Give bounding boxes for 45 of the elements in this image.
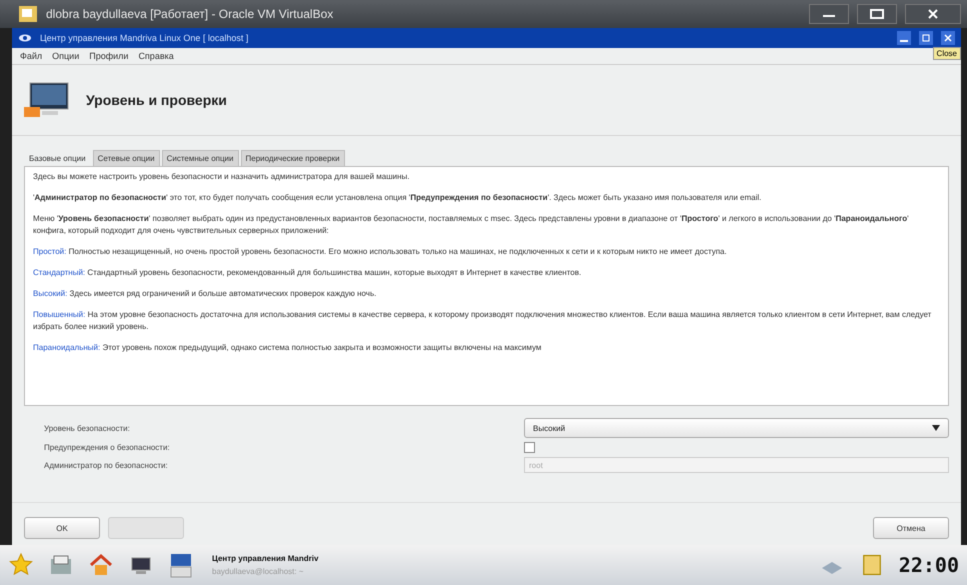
menu-item[interactable]: Справка bbox=[138, 51, 174, 61]
level-description: Повышенный: На этом уровне безопасность достаточна для использования системы в качестве сервера, к которому производят подключения множество клиентов. Если ваша машина является только клиентом в сети Интернет, вам следует избрать более низкий уровень. bbox=[33, 309, 932, 333]
description-text: 'Администратор по безопасности' это тот, кто будет получать сообщения если установлена опция 'Предупреждения по безопасности'. Здесь может быть указано имя пользователя или email. bbox=[33, 192, 762, 204]
maximize-button[interactable] bbox=[919, 31, 933, 45]
host-window-title: dlobra baydullaeva [Работает] - Oracle VM VirtualBox bbox=[46, 7, 334, 21]
checkbox[interactable] bbox=[524, 442, 535, 453]
tab[interactable]: Сетевые опции bbox=[92, 150, 160, 166]
dropdown[interactable]: Высокий bbox=[524, 418, 949, 438]
home-icon[interactable] bbox=[88, 552, 114, 578]
taskbar-task[interactable]: Центр управления Mandriv bbox=[208, 553, 508, 564]
caret-icon bbox=[932, 425, 940, 431]
tab[interactable]: Периодические проверки bbox=[240, 150, 345, 166]
tab[interactable]: Системные опции bbox=[162, 150, 238, 166]
pager-icon[interactable] bbox=[168, 552, 194, 578]
level-description: Простой: Полностью незащищенный, но очень простой уровень безопасности. Его можно использовать только на машинах, не подключенных к сети и к которым никто не имеет доступа. bbox=[33, 246, 728, 258]
close-button[interactable] bbox=[905, 4, 961, 24]
close-icon bbox=[944, 34, 952, 42]
maximize-button[interactable] bbox=[857, 4, 897, 24]
dialog-button[interactable]: OK bbox=[24, 517, 100, 539]
window-title: Центр управления Mandriva Linux One [ localhost ] bbox=[40, 33, 250, 43]
tooltip: Close bbox=[932, 47, 961, 60]
eye-icon bbox=[18, 33, 32, 43]
minimize-button[interactable] bbox=[897, 31, 911, 45]
menu-item[interactable]: Профили bbox=[89, 51, 128, 61]
field-label: Уровень безопасности: bbox=[44, 424, 131, 432]
field-label: Администратор по безопасности: bbox=[44, 460, 169, 470]
close-button[interactable] bbox=[941, 31, 955, 45]
page-title: Уровень и проверки bbox=[86, 92, 227, 108]
dialog-button[interactable]: Отмена bbox=[873, 517, 949, 539]
level-description: Параноидальный: Этот уровень похож предыдущий, однако система полностью закрыта и возможности защиты включены на максимум bbox=[33, 342, 542, 354]
close-icon bbox=[927, 9, 939, 19]
maximize-icon bbox=[922, 34, 930, 42]
minimize-button[interactable] bbox=[809, 4, 849, 24]
clock: 22:00 bbox=[898, 553, 959, 577]
star-icon[interactable] bbox=[8, 552, 34, 578]
level-description: Стандартный: Стандартный уровень безопасности, рекомендованный для большинства машин, которые выходят в Интернет в качестве клиентов. bbox=[33, 267, 582, 279]
menu-item[interactable]: Опции bbox=[52, 51, 80, 61]
monitor-icon bbox=[22, 81, 70, 119]
description-text: Здесь вы можете настроить уровень безопасности и назначить администратора для вашей машины. bbox=[33, 171, 410, 183]
menu-item[interactable]: Файл bbox=[20, 51, 42, 61]
level-description: Высокий: Здесь имеется ряд ограничений и больше автоматических проверок каждую ночь. bbox=[33, 288, 378, 300]
app-icon bbox=[18, 5, 38, 23]
maximize-icon bbox=[870, 9, 884, 19]
description-text: Меню 'Уровень безопасности' позволяет выбрать один из предустановленных вариантов безопасности, поставляемых с msec. Здесь представлены уровни в диапазоне от 'Простого' и легкого в использовании до 'Параноидального' конфига, который подходит для очень чувствительных серверных приложений: bbox=[33, 213, 910, 237]
field-label: Предупреждения о безопасности: bbox=[44, 443, 171, 452]
